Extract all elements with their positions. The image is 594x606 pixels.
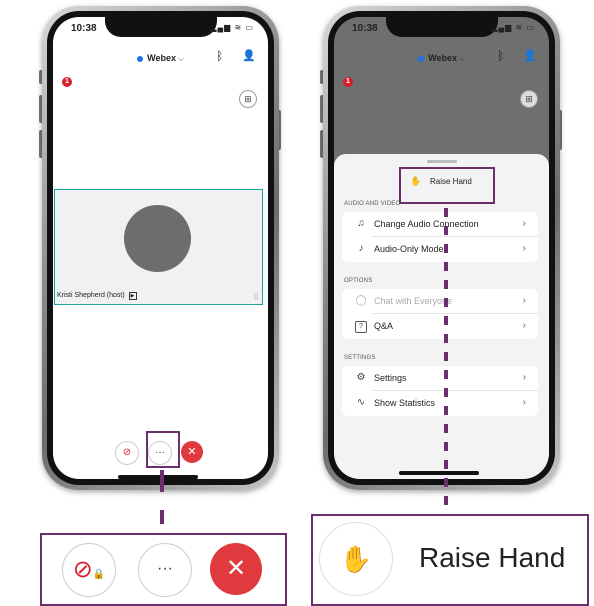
raise-hand-button[interactable]: ✋ bbox=[319, 522, 393, 596]
lock-icon: 🔒 bbox=[92, 569, 106, 580]
status-time: 10:38 bbox=[71, 23, 97, 34]
connector-dash bbox=[444, 388, 448, 397]
hand-icon: ✋ bbox=[339, 544, 373, 574]
qa-icon: ? bbox=[355, 321, 367, 333]
section-title-audio-video: AUDIO AND VIDEO bbox=[344, 201, 401, 207]
settings-group: ⚙ Settings › ∿ Show Statistics › bbox=[342, 366, 538, 416]
notification-badge[interactable]: 1 bbox=[343, 77, 353, 87]
more-button-highlight bbox=[146, 431, 180, 468]
participants-icon[interactable]: 👤 bbox=[523, 49, 537, 62]
bluetooth-icon[interactable]: ᛒ bbox=[497, 49, 504, 63]
mute-button[interactable]: ⊘🔒 bbox=[62, 543, 116, 597]
status-icons: ▂▄▆ ≋ ▭ bbox=[491, 23, 535, 32]
audio-level-icon: ▯ bbox=[254, 293, 258, 300]
menu-item-label: Chat with Everyone bbox=[374, 296, 453, 306]
muted-microphone-icon: ⊘ bbox=[122, 447, 132, 458]
connector-dash bbox=[444, 478, 448, 487]
chevron-right-icon: › bbox=[522, 218, 526, 229]
connector-dash bbox=[444, 298, 448, 307]
muted-microphone-icon: ⊘ bbox=[72, 556, 93, 583]
section-title-settings: SETTINGS bbox=[344, 355, 376, 361]
home-indicator bbox=[118, 475, 198, 479]
chevron-right-icon: › bbox=[522, 243, 526, 254]
notification-badge[interactable]: 1 bbox=[62, 77, 72, 87]
participants-icon[interactable]: 👤 bbox=[242, 49, 256, 62]
menu-item-chat-with-everyone[interactable]: ◯ Chat with Everyone › bbox=[342, 289, 538, 314]
raise-hand-zoom-panel: ✋ Raise Hand bbox=[311, 514, 589, 606]
menu-item-show-statistics[interactable]: ∿ Show Statistics › bbox=[342, 391, 538, 416]
menu-item-label: Settings bbox=[374, 373, 407, 383]
chevron-right-icon: › bbox=[522, 295, 526, 306]
statistics-icon: ∿ bbox=[356, 397, 366, 408]
layout-grid-icon[interactable]: ⊞ bbox=[239, 90, 257, 108]
left-phone-screen: 10:38 ▂▄▆ ≋ ▭ Webex ⌵ ᛒ 👤 1 ⊞ Kristi She… bbox=[53, 17, 268, 479]
connector-dash bbox=[160, 510, 164, 524]
chat-icon: ◯ bbox=[355, 295, 367, 306]
right-phone-screen: 10:38 ▂▄▆ ≋ ▭ Webex ⌵ ᛒ 👤 1 ⊞ ✋ Raise Ha… bbox=[334, 17, 549, 479]
connector-dash bbox=[444, 370, 448, 379]
menu-item-change-audio-connection[interactable]: ♫ Change Audio Connection › bbox=[342, 212, 538, 237]
audio-video-group: ♫ Change Audio Connection › ♪ Audio-Only… bbox=[342, 212, 538, 262]
section-title-options: OPTIONS bbox=[344, 278, 373, 284]
right-phone: 10:38 ▂▄▆ ≋ ▭ Webex ⌵ ᛒ 👤 1 ⊞ ✋ Raise Ha… bbox=[323, 6, 560, 490]
menu-item-settings[interactable]: ⚙ Settings › bbox=[342, 366, 538, 391]
connector-dash bbox=[444, 262, 448, 271]
chevron-right-icon: › bbox=[522, 372, 526, 383]
connector-dash bbox=[444, 442, 448, 451]
meeting-title[interactable]: Webex ⌵ bbox=[53, 53, 268, 64]
menu-item-label: Show Statistics bbox=[374, 398, 436, 408]
connector-dash bbox=[444, 334, 448, 343]
app-title: Webex bbox=[428, 53, 458, 63]
notch bbox=[385, 17, 498, 37]
connector-dash bbox=[444, 280, 448, 289]
connector-dash bbox=[444, 406, 448, 415]
raise-hand-label[interactable]: Raise Hand bbox=[419, 542, 565, 574]
raise-hand-highlight bbox=[399, 167, 495, 204]
chevron-down-icon: ⌵ bbox=[459, 56, 465, 63]
chevron-right-icon: › bbox=[522, 397, 526, 408]
menu-item-label: Change Audio Connection bbox=[374, 219, 479, 229]
webex-logo-icon bbox=[418, 55, 425, 62]
connector-dash bbox=[444, 460, 448, 469]
menu-item-audio-only-mode[interactable]: ♪ Audio-Only Mode › bbox=[342, 237, 538, 262]
options-group: ◯ Chat with Everyone › ? Q&A › bbox=[342, 289, 538, 339]
connector-dash bbox=[444, 424, 448, 433]
app-title: Webex bbox=[147, 53, 177, 63]
menu-item-qa[interactable]: ? Q&A › bbox=[342, 314, 538, 339]
notch bbox=[104, 17, 217, 37]
participant-name: Kristi Shepherd (host) ▶ bbox=[57, 292, 137, 300]
end-call-button[interactable]: ✕ bbox=[181, 441, 203, 463]
home-indicator bbox=[399, 471, 479, 475]
connector-dash bbox=[444, 496, 448, 505]
more-options-button[interactable]: ··· bbox=[138, 543, 192, 597]
connector-dash bbox=[444, 316, 448, 325]
audio-only-icon: ♪ bbox=[358, 243, 364, 254]
connector-dash bbox=[160, 470, 164, 492]
webex-logo-icon bbox=[137, 55, 144, 62]
chevron-right-icon: › bbox=[522, 320, 526, 331]
connector-dash bbox=[444, 208, 448, 217]
audio-connection-icon: ♫ bbox=[357, 218, 365, 229]
participant-video-tile[interactable]: Kristi Shepherd (host) ▶ ▯ bbox=[54, 189, 263, 305]
bluetooth-icon[interactable]: ᛒ bbox=[216, 49, 223, 63]
settings-icon: ⚙ bbox=[356, 372, 366, 383]
mute-button[interactable]: ⊘ bbox=[115, 441, 139, 465]
connector-dash bbox=[444, 244, 448, 253]
connector-dash bbox=[444, 226, 448, 235]
connector-dash bbox=[444, 352, 448, 361]
chevron-down-icon: ⌵ bbox=[178, 56, 184, 63]
menu-item-label: Audio-Only Mode bbox=[374, 244, 444, 254]
layout-grid-icon[interactable]: ⊞ bbox=[520, 90, 538, 108]
status-icons: ▂▄▆ ≋ ▭ bbox=[210, 23, 254, 32]
camera-icon: ▶ bbox=[128, 292, 137, 300]
meeting-title[interactable]: Webex ⌵ bbox=[334, 53, 549, 64]
end-call-button[interactable]: ✕ bbox=[210, 543, 262, 595]
sheet-grabber[interactable] bbox=[426, 160, 457, 163]
status-time: 10:38 bbox=[352, 23, 378, 34]
controls-zoom-panel: ⊘🔒 ··· ✕ bbox=[40, 533, 287, 606]
participant-avatar bbox=[124, 205, 191, 272]
left-phone: 10:38 ▂▄▆ ≋ ▭ Webex ⌵ ᛒ 👤 1 ⊞ Kristi She… bbox=[42, 6, 279, 490]
menu-item-label: Q&A bbox=[374, 321, 394, 331]
